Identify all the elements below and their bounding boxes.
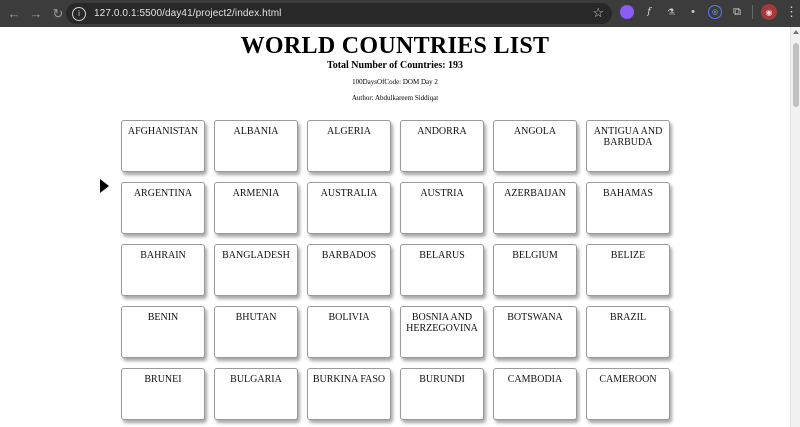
country-card: ARMENIA — [214, 182, 298, 234]
country-card: BENIN — [121, 306, 205, 358]
extension-fx-icon[interactable]: f — [642, 5, 656, 19]
page-title: WORLD COUNTRIES LIST — [240, 33, 550, 59]
country-card: AZERBAIJAN — [493, 182, 577, 234]
extension-purple-icon[interactable] — [620, 5, 634, 19]
country-card: ALBANIA — [214, 120, 298, 172]
reload-icon: ↻ — [52, 5, 64, 21]
country-card: BURKINA FASO — [307, 368, 391, 420]
profile-avatar[interactable]: ◉ — [761, 4, 777, 20]
country-card: BELARUS — [400, 244, 484, 296]
reload-button[interactable]: ↻ — [48, 4, 68, 24]
forward-button[interactable]: → — [26, 4, 46, 24]
country-card: BOLIVIA — [307, 306, 391, 358]
page-content: WORLD COUNTRIES LIST Total Number of Cou… — [0, 27, 790, 427]
country-card: AUSTRALIA — [307, 182, 391, 234]
country-card: ALGERIA — [307, 120, 391, 172]
country-card: BRUNEI — [121, 368, 205, 420]
scrollbar-thumb[interactable] — [793, 43, 799, 107]
extension-flask-icon[interactable]: ⚗ — [664, 5, 678, 19]
country-card: BOTSWANA — [493, 306, 577, 358]
back-button[interactable]: ← — [4, 4, 24, 24]
bookmark-star-icon[interactable]: ☆ — [592, 5, 604, 21]
mouse-cursor-icon — [100, 179, 109, 193]
country-card: BELGIUM — [493, 244, 577, 296]
country-card: ANTIGUA AND BARBUDA — [586, 120, 670, 172]
country-card: BANGLADESH — [214, 244, 298, 296]
extensions-area: f ⚗ • ◎ ⧉ ◉ ⋮ — [620, 4, 798, 20]
country-card: BAHAMAS — [586, 182, 670, 234]
scroll-up-arrow-icon[interactable] — [793, 30, 799, 34]
country-card: CAMEROON — [586, 368, 670, 420]
country-card: CAMBODIA — [493, 368, 577, 420]
address-bar[interactable]: i 127.0.0.1:5500/day41/project2/index.ht… — [66, 3, 612, 24]
country-card: BULGARIA — [214, 368, 298, 420]
country-card: AFGHANISTAN — [121, 120, 205, 172]
country-card: BOSNIA AND HERZEGOVINA — [400, 306, 484, 358]
country-count: Total Number of Countries: 193 — [326, 60, 464, 71]
browser-toolbar: ← → ↻ i 127.0.0.1:5500/day41/project2/in… — [0, 0, 800, 27]
vertical-scrollbar[interactable] — [790, 27, 800, 427]
extension-circle-icon[interactable]: ◎ — [708, 5, 722, 19]
country-card: BHUTAN — [214, 306, 298, 358]
url-text[interactable]: 127.0.0.1:5500/day41/project2/index.html — [94, 8, 281, 19]
country-card: ARGENTINA — [121, 182, 205, 234]
country-card: BRAZIL — [586, 306, 670, 358]
toolbar-divider — [752, 5, 753, 19]
extensions-puzzle-icon[interactable]: ⧉ — [730, 5, 744, 19]
country-card: ANGOLA — [493, 120, 577, 172]
country-card: BURUNDI — [400, 368, 484, 420]
site-info-icon[interactable]: i — [72, 6, 86, 21]
country-card: AUSTRIA — [400, 182, 484, 234]
country-card: BARBADOS — [307, 244, 391, 296]
countries-grid: AFGHANISTAN ALBANIA ALGERIA ANDORRA ANGOLA AN… — [121, 120, 671, 420]
extension-dot-icon[interactable]: • — [686, 5, 700, 19]
country-card: BELIZE — [586, 244, 670, 296]
arrow-right-icon: → — [29, 6, 43, 21]
challenge-label: 100DaysOfCode: DOM Day 2 — [352, 78, 438, 86]
browser-menu-icon[interactable]: ⋮ — [785, 4, 798, 20]
country-card: BAHRAIN — [121, 244, 205, 296]
arrow-left-icon: ← — [7, 6, 21, 21]
country-card: ANDORRA — [400, 120, 484, 172]
author-label: Author: Abdulkareem Siddiqat — [351, 94, 439, 102]
